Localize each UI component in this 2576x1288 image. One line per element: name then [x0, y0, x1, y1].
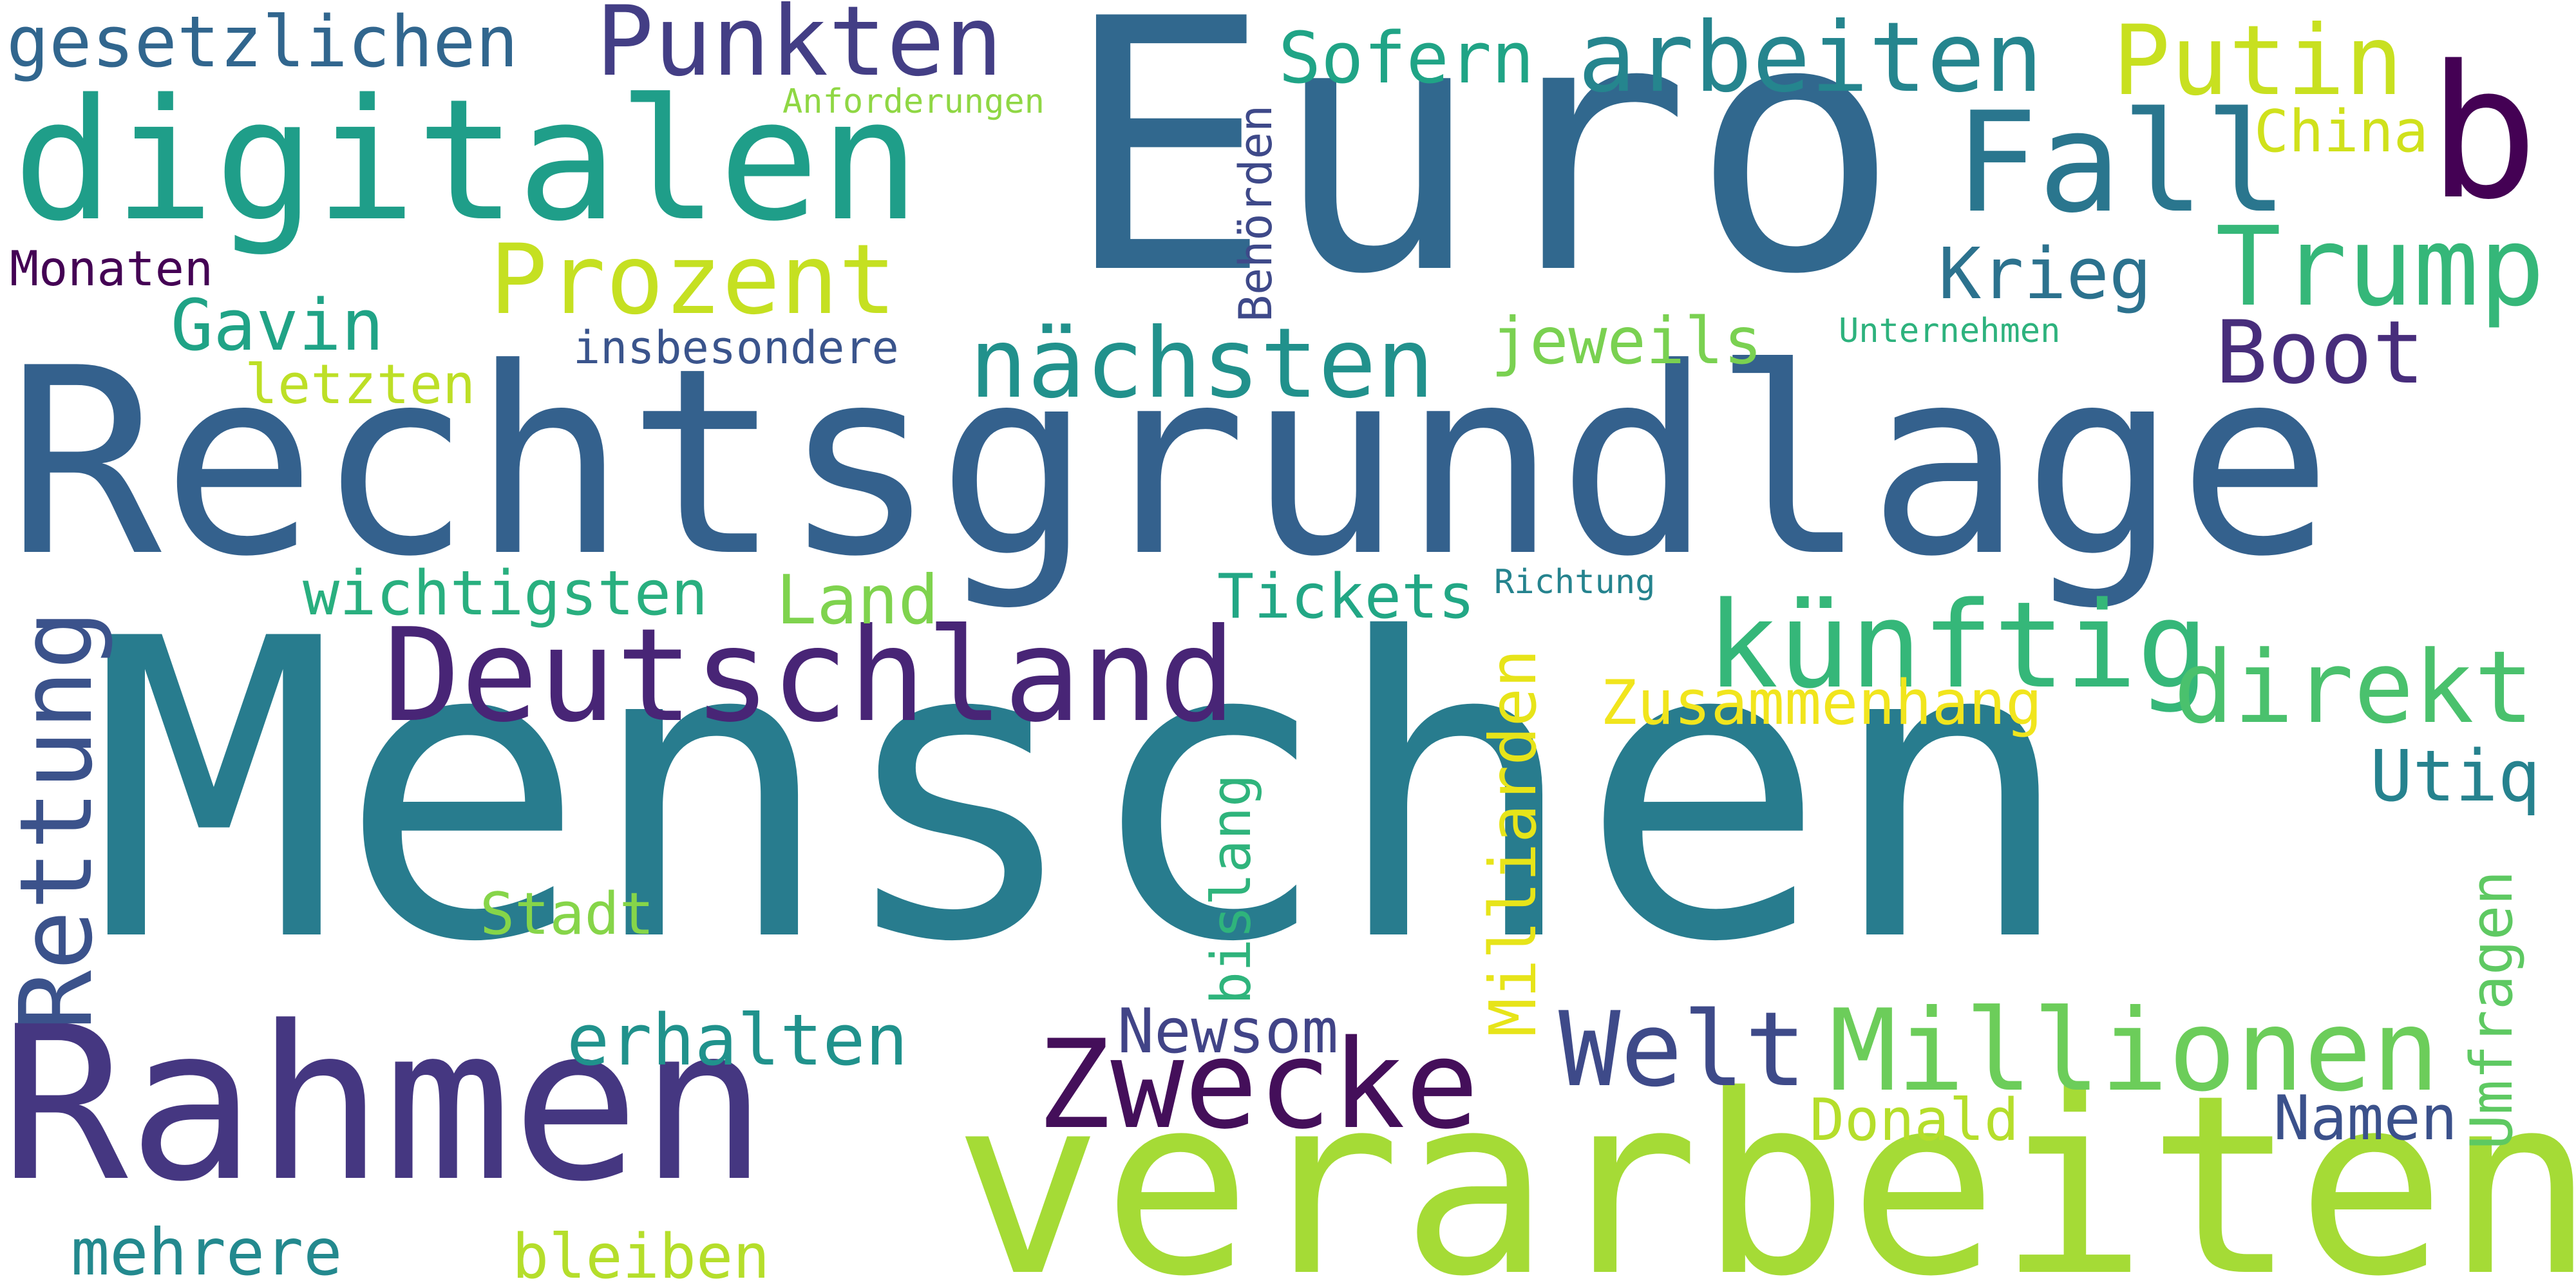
word-prozent: Prozent [489, 224, 897, 336]
word-bislang: bislang [1200, 773, 1264, 1005]
word-zusammenhang: Zusammenhang [1600, 668, 2043, 739]
word-gavin: Gavin [171, 284, 384, 366]
word-namen: Namen [2273, 1083, 2458, 1154]
word-direkt: direkt [2174, 629, 2534, 746]
word-naechsten: nächsten [969, 308, 1435, 420]
word-letzten: letzten [245, 353, 476, 417]
word-tickets: Tickets [1217, 562, 1475, 632]
word-welt: Welt [1558, 989, 1807, 1110]
word-umfragen: Umfragen [2458, 870, 2526, 1150]
word-jeweils: jeweils [1491, 303, 1763, 379]
word-newsom: Newsom [1117, 996, 1339, 1067]
word-utiq: Utiq [2370, 735, 2541, 817]
word-putin: Putin [2112, 5, 2403, 117]
word-sofern: Sofern [1278, 17, 1535, 99]
word-arbeiten: arbeiten [1578, 2, 2043, 114]
word-b: b [2428, 26, 2539, 240]
word-stadt: Stadt [480, 880, 654, 948]
word-richtung: Richtung [1494, 563, 1656, 601]
word-krieg: Krieg [1938, 232, 2152, 315]
word-bleiben: bleiben [512, 1222, 770, 1288]
word-land: Land [776, 561, 939, 639]
word-wichtigsten: wichtigsten [303, 558, 708, 629]
word-punkten: Punkten [596, 0, 1003, 98]
word-rettung: Rettung [0, 609, 115, 1030]
word-behoerden: Behörden [1229, 104, 1282, 322]
word-unternehmen: Unternehmen [1839, 312, 2061, 350]
word-insbesondere: insbesondere [573, 321, 899, 374]
word-erhalten: erhalten [567, 999, 908, 1081]
word-monaten: Monaten [10, 240, 214, 297]
word-anforderungen: Anforderungen [782, 82, 1045, 121]
word-cloud: Euro Rechtsgrundlage Menschen Rahmen ver… [0, 0, 2576, 1288]
word-mehrere: mehrere [71, 1215, 343, 1288]
word-china: China [2254, 98, 2429, 166]
word-donald: Donald [1810, 1086, 2020, 1154]
word-gesetzlichen: gesetzlichen [6, 1, 518, 83]
word-milliarden: Milliarden [1475, 649, 1551, 1037]
word-boot: Boot [2215, 302, 2425, 403]
